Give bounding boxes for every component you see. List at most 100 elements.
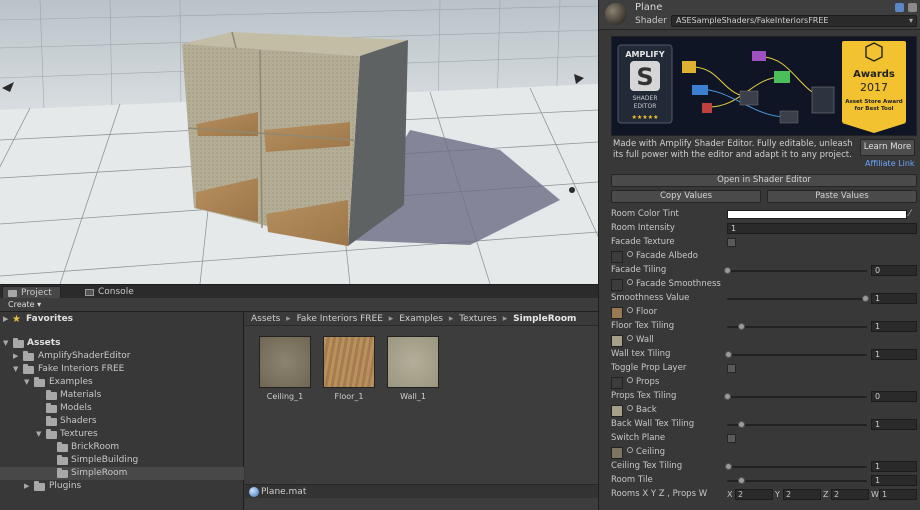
vector-w-value[interactable]: 1 bbox=[879, 489, 917, 500]
smoothness-value-field[interactable]: 1 bbox=[871, 293, 917, 304]
prop-ceiling: Ceiling bbox=[599, 446, 920, 460]
room-intensity-field[interactable]: 1 bbox=[727, 223, 917, 234]
tree-item-plugins[interactable]: ▶ Plugins bbox=[0, 480, 244, 493]
tree-item-materials[interactable]: Materials bbox=[0, 389, 244, 402]
expand-arrow-icon[interactable]: ▶ bbox=[13, 350, 21, 363]
help-icon[interactable] bbox=[895, 3, 904, 12]
ceiling-tex-tiling-field[interactable]: 1 bbox=[871, 461, 917, 472]
expand-arrow-icon[interactable]: ▼ bbox=[36, 428, 44, 441]
learn-more-button[interactable]: Learn More bbox=[860, 139, 915, 156]
slider-track[interactable] bbox=[727, 326, 867, 328]
expand-arrow-icon[interactable]: ▼ bbox=[13, 363, 21, 376]
tree-item-label: Assets bbox=[27, 338, 61, 348]
texture-slot[interactable] bbox=[611, 279, 623, 291]
paste-values-button[interactable]: Paste Values bbox=[767, 190, 917, 203]
slider-handle[interactable] bbox=[724, 393, 731, 400]
facade-texture-checkbox[interactable] bbox=[727, 238, 736, 247]
vector-x-field[interactable]: X 2 bbox=[727, 489, 773, 500]
expand-arrow-icon[interactable]: ▼ bbox=[24, 376, 32, 389]
prop-wall: Wall bbox=[599, 334, 920, 348]
switch-plane-checkbox[interactable] bbox=[727, 434, 736, 443]
vector-w-field[interactable]: W 1 bbox=[871, 489, 917, 500]
props-tex-tiling-field[interactable]: 0 bbox=[871, 391, 917, 402]
tree-item-fake-interiors-free[interactable]: ▼ Fake Interiors FREE bbox=[0, 363, 244, 376]
slider-handle[interactable] bbox=[725, 463, 732, 470]
vector-y-value[interactable]: 2 bbox=[783, 489, 821, 500]
tree-item-shaders[interactable]: Shaders bbox=[0, 415, 244, 428]
color-swatch[interactable] bbox=[727, 210, 907, 219]
slider-track[interactable] bbox=[727, 298, 867, 300]
prop-label: Switch Plane bbox=[611, 433, 666, 443]
texture-slot[interactable] bbox=[611, 307, 623, 319]
vector-x-value[interactable]: 2 bbox=[735, 489, 773, 500]
slider-handle[interactable] bbox=[738, 421, 745, 428]
prop-smoothness-value: Smoothness Value 1 bbox=[599, 292, 920, 306]
vector-z-field[interactable]: Z 2 bbox=[823, 489, 869, 500]
expand-arrow-icon[interactable]: ▼ bbox=[3, 337, 11, 350]
texture-slot[interactable] bbox=[611, 251, 623, 263]
asset-wall-1[interactable]: Wall_1 bbox=[385, 336, 441, 401]
slider-handle[interactable] bbox=[738, 477, 745, 484]
tree-item-favorites[interactable]: ▶ ★ Favorites bbox=[0, 313, 244, 326]
prop-label: Ceiling Tex Tiling bbox=[611, 461, 683, 471]
breadcrumb-item[interactable]: Assets bbox=[251, 314, 280, 324]
room-tile-field[interactable]: 1 bbox=[871, 475, 917, 486]
affiliate-link[interactable]: Affiliate Link bbox=[865, 159, 915, 168]
slider-track[interactable] bbox=[727, 466, 867, 468]
floor-tex-tiling-field[interactable]: 1 bbox=[871, 321, 917, 332]
slider-handle[interactable] bbox=[725, 351, 732, 358]
gear-icon[interactable] bbox=[908, 3, 917, 12]
texture-slot[interactable] bbox=[611, 335, 623, 347]
breadcrumb-item[interactable]: Textures bbox=[459, 314, 497, 324]
wall-tex-tiling-field[interactable]: 1 bbox=[871, 349, 917, 360]
asset-grid[interactable]: Assets ▸ Fake Interiors FREE ▸ Examples … bbox=[245, 312, 598, 510]
toggle-prop-layer-checkbox[interactable] bbox=[727, 364, 736, 373]
texture-slot[interactable] bbox=[611, 377, 623, 389]
slider-track[interactable] bbox=[727, 480, 867, 482]
create-button[interactable]: Create ▾ bbox=[4, 299, 45, 311]
tree-item-assets[interactable]: ▼ Assets bbox=[0, 337, 244, 350]
awards-year: 2017 bbox=[860, 81, 888, 94]
slider-track[interactable] bbox=[727, 396, 867, 398]
amplify-banner[interactable]: AMPLIFY S SHADER EDITOR ★★★★★ Awards 201… bbox=[611, 36, 917, 136]
asset-floor-1[interactable]: Floor_1 bbox=[321, 336, 377, 401]
vector-z-value[interactable]: 2 bbox=[831, 489, 869, 500]
slider-handle[interactable] bbox=[738, 323, 745, 330]
breadcrumb-current[interactable]: SimpleRoom bbox=[513, 314, 576, 324]
facade-tiling-field[interactable]: 0 bbox=[871, 265, 917, 276]
tree-item-simpleroom[interactable]: SimpleRoom bbox=[0, 467, 244, 480]
scene-view[interactable] bbox=[0, 0, 598, 284]
tree-item-amplifyshadereditor[interactable]: ▶ AmplifyShaderEditor bbox=[0, 350, 244, 363]
logo-shader-text: SHADER bbox=[632, 95, 657, 102]
copy-values-button[interactable]: Copy Values bbox=[611, 190, 761, 203]
slider-track[interactable] bbox=[727, 270, 867, 272]
slider-track[interactable] bbox=[727, 424, 867, 426]
expand-arrow-icon[interactable]: ▶ bbox=[24, 480, 32, 493]
breadcrumb-item[interactable]: Examples bbox=[399, 314, 443, 324]
tree-item-textures[interactable]: ▼ Textures bbox=[0, 428, 244, 441]
folder-icon bbox=[57, 442, 68, 452]
tree-item-simplebuilding[interactable]: SimpleBuilding bbox=[0, 454, 244, 467]
vector-y-field[interactable]: Y 2 bbox=[775, 489, 821, 500]
scene-render[interactable] bbox=[0, 0, 598, 284]
tree-item-label: Textures bbox=[60, 429, 98, 439]
prop-facade-smoothness: Facade Smoothness bbox=[599, 278, 920, 292]
texture-slot[interactable] bbox=[611, 447, 623, 459]
tree-item-examples[interactable]: ▼ Examples bbox=[0, 376, 244, 389]
project-tree[interactable]: ▶ ★ Favorites ▼ Assets ▶ AmplifyShaderEd… bbox=[0, 312, 244, 510]
shader-dropdown[interactable]: ASESampleShaders/FakeInteriorsFREE bbox=[671, 15, 917, 27]
expand-arrow-icon[interactable]: ▶ bbox=[3, 313, 11, 326]
slider-handle[interactable] bbox=[862, 295, 869, 302]
eyedropper-icon[interactable]: ⁄ bbox=[909, 209, 918, 220]
prop-back-wall-tex-tiling: Back Wall Tex Tiling 1 bbox=[599, 418, 920, 432]
tree-item-label: Examples bbox=[49, 377, 93, 387]
slider-track[interactable] bbox=[727, 354, 867, 356]
open-in-shader-editor-button[interactable]: Open in Shader Editor bbox=[611, 174, 917, 187]
asset-ceiling-1[interactable]: Ceiling_1 bbox=[257, 336, 313, 401]
tree-item-models[interactable]: Models bbox=[0, 402, 244, 415]
breadcrumb-item[interactable]: Fake Interiors FREE bbox=[297, 314, 383, 324]
slider-handle[interactable] bbox=[724, 267, 731, 274]
texture-slot[interactable] bbox=[611, 405, 623, 417]
tree-item-brickroom[interactable]: BrickRoom bbox=[0, 441, 244, 454]
back-wall-tex-tiling-field[interactable]: 1 bbox=[871, 419, 917, 430]
